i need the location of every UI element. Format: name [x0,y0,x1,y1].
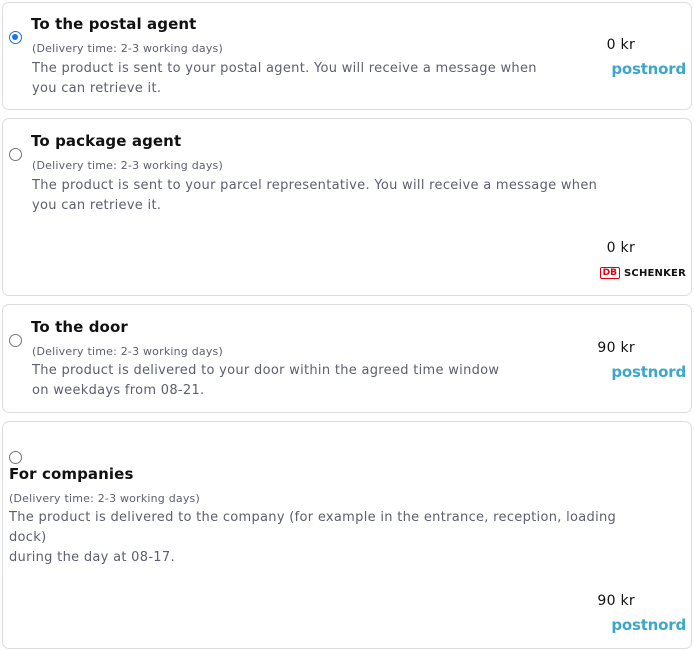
delivery-time: (Delivery time: 2-3 working days) [9,492,200,505]
shipping-option-package-agent[interactable]: To package agent (Delivery time: 2-3 wor… [2,118,692,296]
shipping-option-companies[interactable]: For companies (Delivery time: 2-3 workin… [2,421,692,649]
delivery-time: (Delivery time: 2-3 working days) [32,42,223,55]
option-title: To the postal agent [31,15,197,33]
postnord-logo: postnord [611,616,686,634]
shipping-option-postal-agent[interactable]: To the postal agent (Delivery time: 2-3 … [2,2,692,110]
option-price: 90 kr [597,593,635,609]
option-price: 0 kr [606,37,635,53]
option-description: The product is delivered to the company … [9,510,617,565]
radio-package-agent[interactable] [9,148,22,161]
option-description: The product is sent to your parcel repre… [32,178,598,213]
delivery-time: (Delivery time: 2-3 working days) [32,345,223,358]
postnord-logo: postnord [611,60,686,78]
shipping-option-door[interactable]: To the door (Delivery time: 2-3 working … [2,304,692,413]
schenker-wordmark: SCHENKER [624,267,686,279]
postnord-logo: postnord [611,363,686,381]
option-description: The product is sent to your postal agent… [32,61,537,96]
db-badge: DB [599,267,620,279]
option-description: The product is delivered to your door wi… [32,363,500,398]
option-title: For companies [9,465,134,483]
radio-postal-agent[interactable] [9,31,22,44]
option-title: To the door [31,318,128,336]
delivery-time: (Delivery time: 2-3 working days) [32,159,223,172]
radio-door[interactable] [9,334,22,347]
option-price: 0 kr [606,240,635,256]
option-price: 90 kr [597,340,635,356]
radio-companies[interactable] [9,451,22,464]
db-schenker-logo: DB SCHENKER [599,267,686,279]
option-title: To package agent [31,132,182,150]
